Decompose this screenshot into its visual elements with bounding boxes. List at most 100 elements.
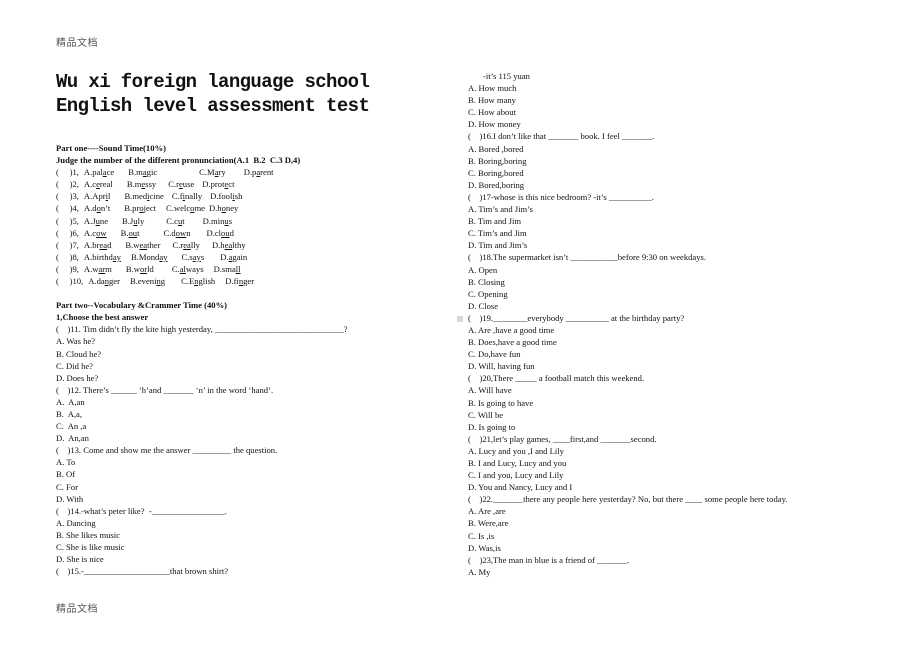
question-stem: ( )12. There’s ______ ‘h’and _______ ‘n’… [56, 384, 274, 395]
option-word: A.danger [88, 276, 120, 287]
answer-option: B. I and Lucy, Lucy and you [468, 458, 567, 468]
answer-blank[interactable]: ( ) [56, 179, 72, 189]
sound-question-row: ( )6, A.cow B.out C.down D.cloud [56, 227, 436, 239]
answer-option: A. Are ,have a good time [468, 324, 555, 335]
question-number: 9, [72, 263, 79, 274]
question-number: 7, [72, 239, 79, 250]
answer-option: A. To [56, 457, 76, 468]
answer-option: A. Lucy and you ,I and Lily [468, 445, 564, 456]
answer-option: B. Closing [468, 276, 505, 287]
answer-option: D. Is going to [468, 421, 516, 432]
answer-option: A. Bored ,bored [468, 143, 524, 154]
option-word: A.June [83, 215, 109, 226]
underlined-letters: ow [175, 227, 187, 238]
question-stem: ( )16.I don’t like that _______ book. I … [468, 131, 655, 142]
answer-option: C. I and you, Lucy and Lily [468, 470, 564, 481]
answer-option: D. Bored,boring [468, 179, 525, 190]
option-word: A.warm [83, 263, 112, 274]
answer-option: C. For [56, 481, 78, 492]
part-one-heading: Part one----Sound Time(10%) [56, 143, 166, 153]
left-column: Part one----Sound Time(10%) Judge the nu… [56, 142, 436, 577]
answer-option: B. Does,have a good time [468, 337, 557, 348]
answer-option: B. She likes music [56, 529, 120, 540]
underlined-letters: ay [159, 251, 168, 262]
question-stem: ( )22._______there any people here yeste… [468, 494, 788, 505]
answer-option: C. Tim’s and Jim [468, 228, 527, 239]
option-word: B.weather [125, 239, 161, 250]
left-question-list: ( )11. Tim didn’t fly the kite high yest… [56, 323, 436, 577]
answer-option: A. My [468, 566, 491, 577]
answer-option: A. How much [468, 83, 517, 94]
answer-option: D. How money [468, 119, 521, 130]
question-number: 8, [72, 251, 79, 262]
option-word: B.Monday [130, 251, 168, 262]
option-word: B.world [125, 263, 154, 274]
option-word: A.bread [83, 239, 112, 250]
answer-option: A. Are ,are [468, 506, 506, 517]
underlined-letters: ng [104, 276, 114, 287]
option-word: D.minus [202, 215, 233, 226]
question-number: 4, [72, 203, 79, 214]
part-two-subheading: 1,Choose the best answer [56, 312, 149, 323]
page-footer-watermark: 精品文档 [56, 604, 98, 615]
question-stem: ( )11. Tim didn’t fly the kite high yest… [56, 324, 348, 335]
answer-option: D. Does he? [56, 372, 99, 383]
option-word: A.cereal [83, 179, 113, 190]
option-word: C.cut [166, 215, 185, 226]
option-word: A.cow [83, 227, 107, 238]
sound-question-row: ( )9, A.warm B.world C.always D.small [56, 263, 436, 275]
answer-option: B. A,a, [56, 408, 83, 419]
answer-blank[interactable]: ( ) [56, 216, 72, 226]
answer-blank[interactable]: ( ) [56, 167, 72, 177]
question-number: 1, [72, 167, 79, 178]
answer-blank[interactable]: ( ) [56, 228, 72, 238]
underlined-letters: ll [235, 263, 241, 274]
answer-blank[interactable]: ( ) [56, 240, 72, 250]
answer-option: B. Cloud he? [56, 348, 102, 359]
option-word: D.protect [202, 179, 235, 190]
answer-blank[interactable]: ( ) [56, 203, 72, 213]
option-word: D.again [220, 251, 248, 262]
question-stem: ( )17-whose is this nice bedroom? -it’s … [468, 191, 654, 202]
option-word: B.July [122, 215, 145, 226]
answer-option: B. Boring,boring [468, 155, 527, 166]
answer-option: A. Open [468, 264, 498, 275]
underlined-letters: ea [99, 239, 108, 250]
option-word: C.finally [171, 191, 203, 202]
option-word: D.finger [225, 276, 255, 287]
question-number: 6, [72, 227, 79, 238]
answer-option: D. With [56, 493, 84, 504]
answer-option: B. Is going to have [468, 397, 534, 408]
option-word: B.medicine [124, 191, 164, 202]
document-title: Wu xi foreign language school English le… [56, 71, 370, 117]
answer-option: C. Opening [468, 288, 508, 299]
option-word: A.April [83, 191, 111, 202]
right-column: -it’s 115 yuan A. How much B. How many C. … [468, 70, 888, 578]
answer-option: C. Do,have fun [468, 349, 521, 360]
option-word: B.magic [128, 167, 158, 178]
option-word: D.small [213, 263, 241, 274]
underlined-letters: ou [128, 227, 138, 238]
sound-question-row: ( )7, A.bread B.weather C.really D.healthy [56, 239, 436, 251]
option-word: C.Mary [199, 167, 226, 178]
option-word: D.foolish [210, 191, 243, 202]
answer-line: -it’s 115 yuan [483, 71, 530, 81]
sound-question-row: ( )5, A.June B.July C.cut D.minus [56, 215, 436, 227]
answer-option: C. Did he? [56, 360, 93, 371]
option-word: C.welcome [166, 203, 205, 214]
underlined-letters: ea [139, 239, 148, 250]
question-stem: ( )15.-____________________that brown sh… [56, 566, 229, 577]
option-word: A.birthday [83, 251, 121, 262]
answer-option: A. Was he? [56, 336, 96, 347]
answer-option: C. An ,a [56, 421, 87, 432]
underlined-letters: ay [192, 251, 201, 262]
answer-option: D. You and Nancy, Lucy and I [468, 482, 573, 493]
sound-question-row: ( )4, A.don’t B.project C.welcome D.honey [56, 202, 436, 214]
answer-blank[interactable]: ( ) [56, 276, 72, 286]
answer-blank[interactable]: ( ) [56, 191, 72, 201]
underlined-letters: ng [194, 276, 203, 287]
answer-blank[interactable]: ( ) [56, 264, 72, 274]
answer-option: C. Will be [468, 409, 504, 420]
answer-blank[interactable]: ( ) [56, 252, 72, 262]
answer-option: D. She is nice [56, 554, 104, 565]
